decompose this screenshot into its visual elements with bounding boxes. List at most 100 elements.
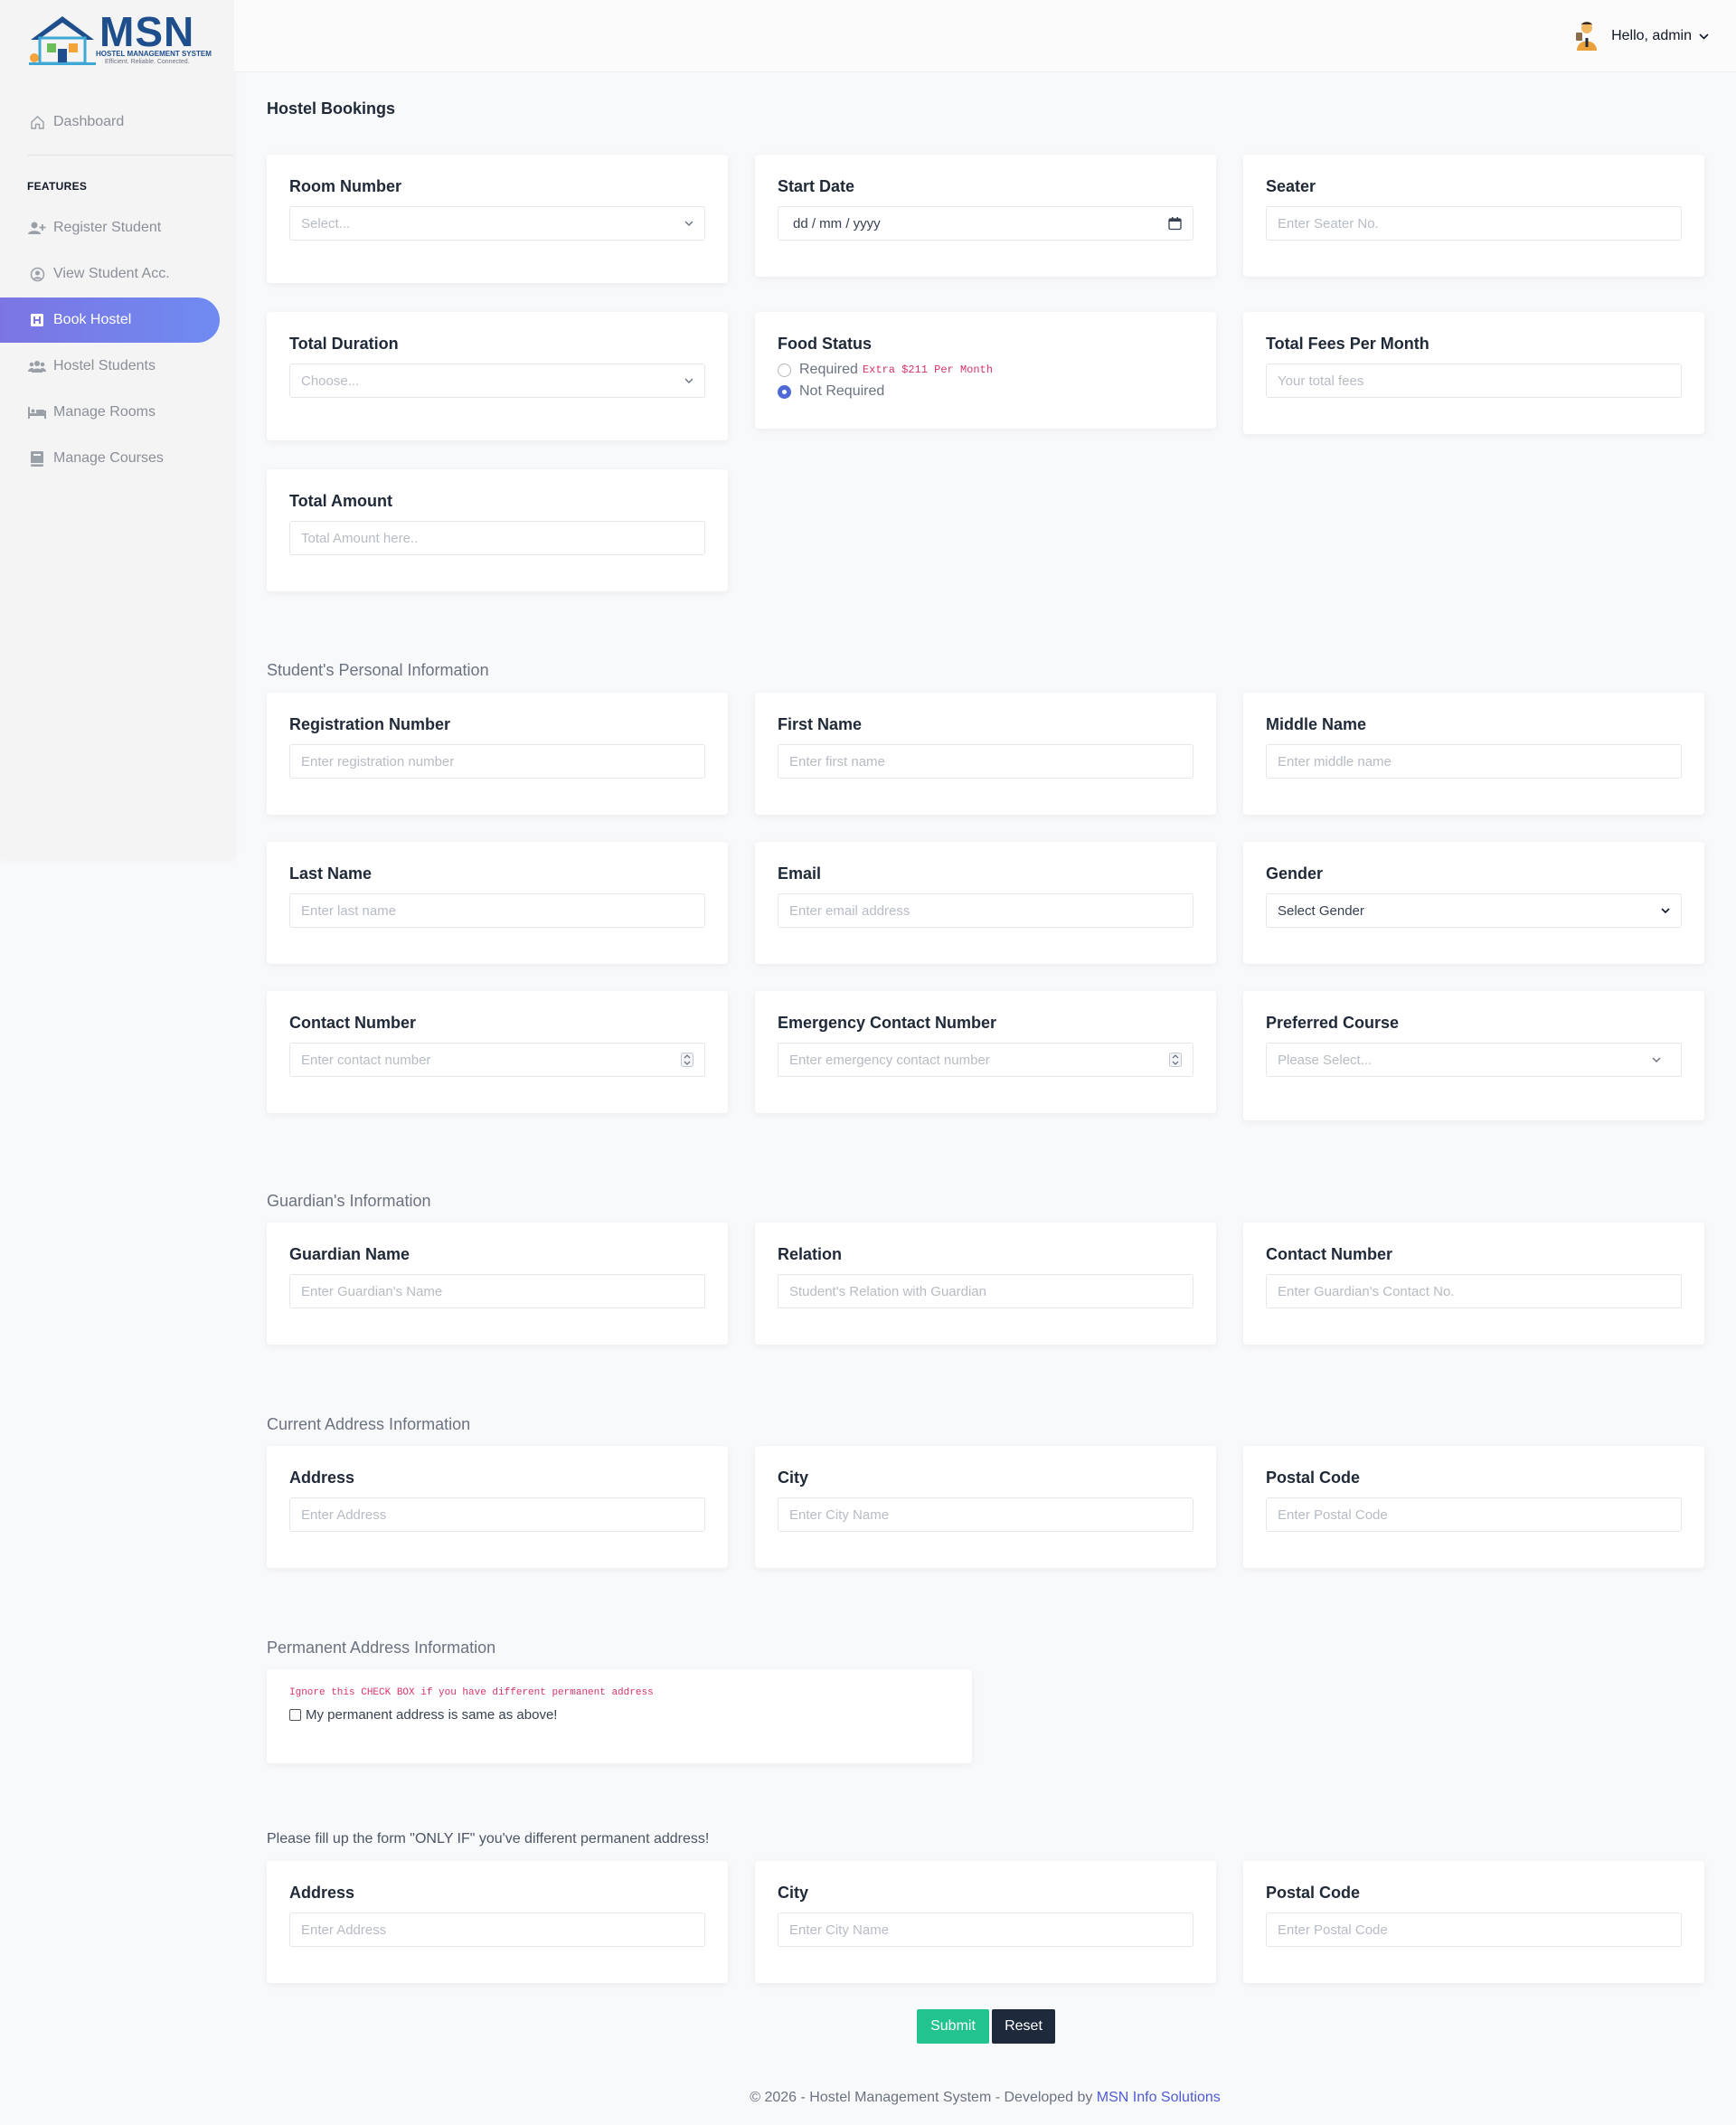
sidebar-item-book-hostel[interactable]: Book Hostel [0, 298, 220, 343]
user-plus-icon [28, 219, 46, 237]
submit-button[interactable]: Submit [917, 2009, 989, 2044]
registration-input[interactable] [289, 744, 705, 779]
middle-name-card: Middle Name [1243, 693, 1704, 815]
user-menu[interactable]: Hello, admin [1573, 20, 1709, 52]
guardian-contact-card: Contact Number [1243, 1223, 1704, 1345]
total-duration-value: Choose... [301, 373, 360, 389]
hostel-icon [28, 311, 46, 329]
sidebar-item-label: Manage Courses [53, 450, 164, 466]
gender-card: Gender Select Gender [1243, 842, 1704, 964]
total-fees-label: Total Fees Per Month [1266, 335, 1429, 353]
start-date-card: Start Date dd / mm / yyyy [755, 155, 1216, 277]
last-name-card: Last Name [267, 842, 728, 964]
sidebar-item-dashboard[interactable]: Dashboard [0, 99, 220, 145]
start-date-value: dd / mm / yyyy [793, 215, 881, 231]
total-duration-select[interactable]: Choose... [289, 364, 705, 398]
same-address-checkbox[interactable] [289, 1709, 301, 1721]
start-date-input[interactable]: dd / mm / yyyy [778, 206, 1194, 241]
chevron-down-icon [1699, 33, 1709, 40]
footer-link[interactable]: MSN Info Solutions [1097, 2090, 1221, 2105]
brand-subtitle: HOSTEL MANAGEMENT SYSTEM [96, 50, 212, 58]
same-address-option[interactable]: My permanent address is same as above! [289, 1707, 949, 1723]
sidebar: MSN HOSTEL MANAGEMENT SYSTEM Efficient. … [0, 0, 234, 859]
sidebar-item-label: Hostel Students [53, 358, 156, 373]
emergency-contact-input[interactable]: Enter emergency contact number [778, 1043, 1194, 1077]
sidebar-item-label: Register Student [53, 220, 162, 235]
relation-input[interactable] [778, 1274, 1194, 1308]
food-not-required-option[interactable]: Not Required [778, 381, 1194, 402]
emergency-contact-placeholder: Enter emergency contact number [789, 1052, 990, 1068]
guardian-contact-label: Contact Number [1266, 1245, 1393, 1263]
permanent-city-input[interactable] [778, 1912, 1194, 1947]
food-not-required-label: Not Required [799, 383, 885, 399]
contact-input[interactable]: Enter contact number [289, 1043, 705, 1077]
user-circle-icon [28, 265, 46, 283]
gender-select[interactable]: Select Gender [1266, 893, 1682, 928]
relation-label: Relation [778, 1245, 843, 1263]
stepper-icon[interactable] [1169, 1053, 1182, 1067]
permanent-city-label: City [778, 1884, 809, 1902]
preferred-course-card: Preferred Course Please Select... [1243, 991, 1704, 1120]
sidebar-item-label: View Student Acc. [53, 266, 170, 281]
page-title: Hostel Bookings [267, 99, 396, 118]
sidebar-item-manage-courses[interactable]: Manage Courses [0, 436, 220, 481]
registration-label: Registration Number [289, 715, 451, 733]
total-duration-card: Total Duration Choose... [267, 312, 728, 440]
permanent-checkbox-card: Ignore this CHECK BOX if you have differ… [267, 1669, 972, 1763]
emergency-contact-label: Emergency Contact Number [778, 1014, 997, 1032]
sidebar-item-hostel-students[interactable]: Hostel Students [0, 344, 220, 389]
chevron-down-icon [684, 378, 693, 383]
sidebar-item-manage-rooms[interactable]: Manage Rooms [0, 390, 220, 435]
guardian-info-heading: Guardian's Information [267, 1192, 431, 1210]
email-card: Email [755, 842, 1216, 964]
first-name-label: First Name [778, 715, 863, 733]
permanent-address-input[interactable] [289, 1912, 705, 1947]
preferred-course-select[interactable]: Please Select... [1266, 1043, 1682, 1077]
brand-name: MSN [99, 8, 195, 55]
middle-name-input[interactable] [1266, 744, 1682, 779]
current-postal-input[interactable] [1266, 1497, 1682, 1532]
total-amount-input[interactable] [289, 521, 705, 555]
divider [27, 155, 233, 156]
permanent-postal-input[interactable] [1266, 1912, 1682, 1947]
email-label: Email [778, 864, 822, 883]
first-name-input[interactable] [778, 744, 1194, 779]
food-required-radio[interactable] [778, 363, 791, 377]
permanent-checkbox-note: Ignore this CHECK BOX if you have differ… [289, 1687, 654, 1698]
permanent-postal-label: Postal Code [1266, 1884, 1361, 1902]
stepper-icon[interactable] [681, 1053, 693, 1067]
total-fees-input[interactable] [1266, 364, 1682, 398]
chevron-down-icon [684, 221, 693, 226]
room-number-select[interactable]: Select... [289, 206, 705, 241]
guardian-name-input[interactable] [289, 1274, 705, 1308]
email-input[interactable] [778, 893, 1194, 928]
current-city-input[interactable] [778, 1497, 1194, 1532]
food-required-option[interactable]: Required Extra $211 Per Month [778, 359, 1194, 381]
sidebar-item-view-student-acc[interactable]: View Student Acc. [0, 251, 220, 297]
permanent-city-card: City [755, 1861, 1216, 1983]
permanent-address-card: Address [267, 1861, 728, 1983]
guardian-contact-input[interactable] [1266, 1274, 1682, 1308]
gender-label: Gender [1266, 864, 1324, 883]
top-bar: Hello, admin [234, 0, 1736, 72]
chevron-down-icon [1652, 1057, 1661, 1062]
permanent-postal-card: Postal Code [1243, 1861, 1704, 1983]
seater-input[interactable] [1266, 206, 1682, 241]
middle-name-label: Middle Name [1266, 715, 1367, 733]
current-address-input[interactable] [289, 1497, 705, 1532]
last-name-input[interactable] [289, 893, 705, 928]
permanent-form-note: Please fill up the form "ONLY IF" you've… [267, 1831, 710, 1846]
brand-logo[interactable]: MSN HOSTEL MANAGEMENT SYSTEM Efficient. … [27, 8, 212, 67]
sidebar-item-register-student[interactable]: Register Student [0, 205, 220, 250]
emergency-contact-card: Emergency Contact Number Enter emergency… [755, 991, 1216, 1113]
sidebar-item-label: Dashboard [53, 114, 125, 129]
chevron-down-icon [1661, 908, 1670, 913]
home-icon [28, 113, 46, 131]
reset-button[interactable]: Reset [992, 2009, 1055, 2044]
user-greeting: Hello, admin [1611, 28, 1692, 43]
contact-label: Contact Number [289, 1014, 417, 1032]
calendar-icon[interactable] [1168, 217, 1182, 231]
registration-card: Registration Number [267, 693, 728, 815]
seater-label: Seater [1266, 177, 1316, 195]
food-not-required-radio[interactable] [778, 384, 791, 399]
